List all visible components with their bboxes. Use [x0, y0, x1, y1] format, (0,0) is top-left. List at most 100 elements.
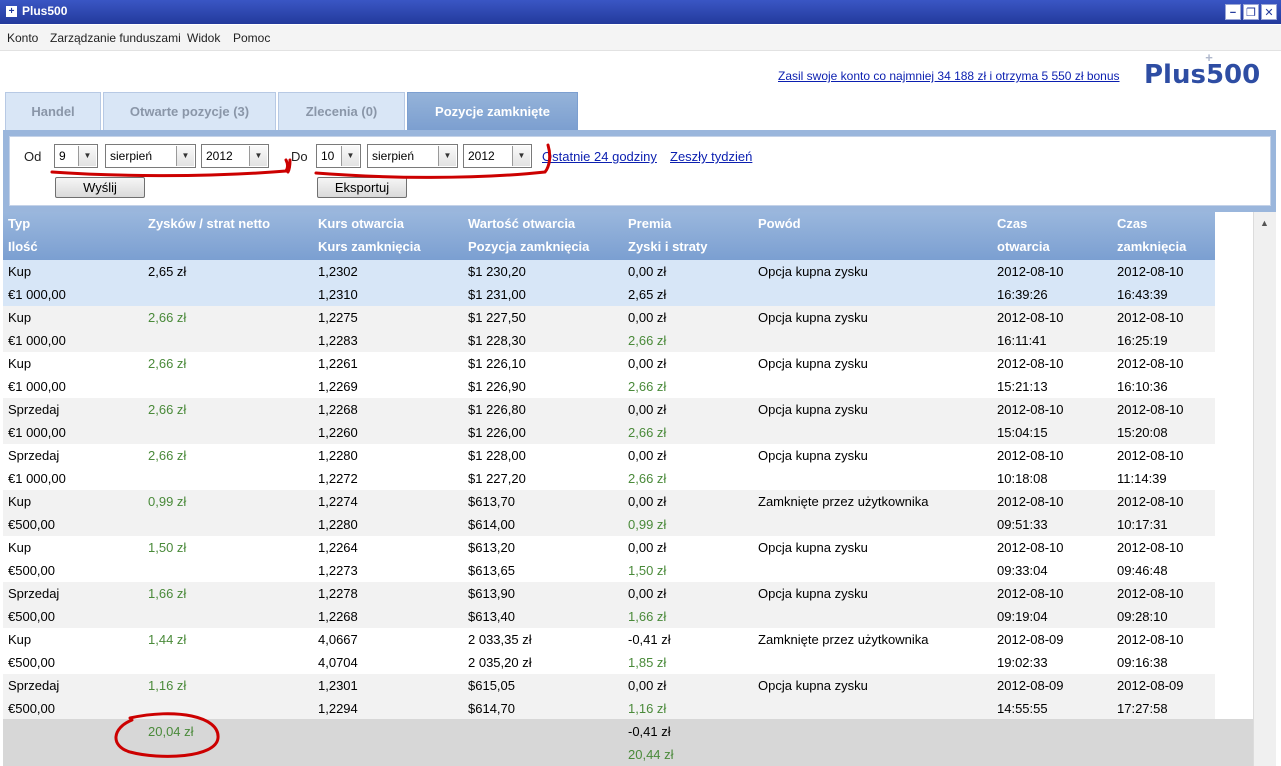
table-row[interactable]: Kup €1 000,00 2,66 zł 1,2275 1,2283 $1 227,50…: [3, 306, 1215, 352]
cell-open-rate: 1,2278: [318, 586, 358, 601]
chevron-down-icon: ▼: [512, 146, 530, 166]
cell-close-date: 2012-08-10: [1117, 586, 1184, 601]
menu-help[interactable]: Pomoc: [233, 31, 270, 45]
cell-open-date: 2012-08-10: [997, 540, 1064, 555]
cell-premium: 0,00 zł: [628, 310, 667, 325]
cell-close-pos: $613,40: [468, 609, 515, 624]
cell-close-date: 2012-08-10: [1117, 264, 1184, 279]
cell-open-date: 2012-08-10: [997, 402, 1064, 417]
tab-handel[interactable]: Handel: [5, 92, 101, 130]
table-row[interactable]: Sprzedaj €1 000,00 2,66 zł 1,2280 1,2272 $1 2…: [3, 444, 1215, 490]
header-net[interactable]: Zysków / strat netto: [148, 216, 270, 231]
cell-type: Kup: [8, 310, 32, 325]
header-close-rate[interactable]: Kurs zamknięcia: [318, 239, 421, 254]
cell-close-pos: $613,65: [468, 563, 515, 578]
cell-open-value: $1 226,10: [468, 356, 526, 371]
table-row[interactable]: Kup €500,00 1,44 zł 4,0667 4,0704 2 033,35 zł…: [3, 628, 1215, 674]
header-open-time-2[interactable]: otwarcia: [997, 239, 1050, 254]
cell-close-rate: 1,2268: [318, 609, 358, 624]
menu-funds[interactable]: Zarządzanie funduszami: [50, 31, 181, 45]
to-label: Do: [291, 149, 308, 164]
table-row[interactable]: Kup €1 000,00 2,65 zł 1,2302 1,2310 $1 230,20…: [3, 260, 1215, 306]
from-year-select[interactable]: 2012 ▼: [201, 144, 269, 168]
cell-open-value: $615,05: [468, 678, 515, 693]
cell-close-time: 10:17:31: [1117, 517, 1168, 532]
cell-pnl: 1,50 zł: [628, 563, 667, 578]
cell-close-rate: 1,2272: [318, 471, 358, 486]
cell-amount: €500,00: [8, 563, 55, 578]
cell-open-value: $1 230,20: [468, 264, 526, 279]
cell-open-time: 09:19:04: [997, 609, 1048, 624]
restore-button[interactable]: ❐: [1243, 4, 1259, 20]
header-open-value[interactable]: Wartość otwarcia: [468, 216, 575, 231]
header-close-time-1[interactable]: Czas: [1117, 216, 1147, 231]
header-type[interactable]: Typ: [8, 216, 30, 231]
cell-net: 1,44 zł: [148, 632, 187, 647]
header-reason[interactable]: Powód: [758, 216, 801, 231]
cell-open-rate: 1,2301: [318, 678, 358, 693]
cell-type: Sprzedaj: [8, 402, 60, 417]
cell-open-date: 2012-08-10: [997, 264, 1064, 279]
cell-close-pos: $614,70: [468, 701, 515, 716]
title-bar: + Plus500 − ❐ ✕: [0, 0, 1281, 24]
header-pnl[interactable]: Zyski i straty: [628, 239, 708, 254]
chevron-down-icon: ▼: [249, 146, 267, 166]
header-close-position[interactable]: Pozycja zamknięcia: [468, 239, 589, 254]
from-year-value: 2012: [206, 149, 233, 163]
cell-close-time: 11:14:39: [1117, 471, 1167, 486]
send-button[interactable]: Wyślij: [55, 177, 145, 198]
table-row[interactable]: Sprzedaj €500,00 1,66 zł 1,2278 1,2268 $613,9…: [3, 582, 1215, 628]
minimize-button[interactable]: −: [1225, 4, 1241, 20]
cell-open-rate: 1,2264: [318, 540, 358, 555]
from-day-select[interactable]: 9 ▼: [54, 144, 98, 168]
cell-type: Kup: [8, 632, 32, 647]
cell-amount: €500,00: [8, 609, 55, 624]
to-month-select[interactable]: sierpień ▼: [367, 144, 458, 168]
to-year-select[interactable]: 2012 ▼: [463, 144, 532, 168]
cell-open-date: 2012-08-10: [997, 586, 1064, 601]
table-row[interactable]: Sprzedaj €500,00 1,16 zł 1,2301 1,2294 $615,0…: [3, 674, 1215, 720]
header-amount[interactable]: Ilość: [8, 239, 38, 254]
cell-net: 2,66 zł: [148, 356, 187, 371]
header-open-time-1[interactable]: Czas: [997, 216, 1027, 231]
cell-close-rate: 1,2294: [318, 701, 358, 716]
from-month-select[interactable]: sierpień ▼: [105, 144, 196, 168]
vertical-scrollbar[interactable]: ▲: [1253, 212, 1276, 766]
menu-bar: Konto Zarządzanie funduszami Widok Pomoc: [0, 25, 1281, 51]
cell-close-date: 2012-08-10: [1117, 448, 1184, 463]
tab-orders[interactable]: Zlecenia (0): [278, 92, 405, 130]
scroll-up-icon[interactable]: ▲: [1257, 216, 1272, 230]
cell-premium: 0,00 zł: [628, 540, 667, 555]
table-row[interactable]: Kup €1 000,00 2,66 zł 1,2261 1,2269 $1 226,10…: [3, 352, 1215, 398]
cell-net: 2,65 zł: [148, 264, 187, 279]
last-week-link[interactable]: Zeszły tydzień: [670, 149, 752, 164]
header-premium[interactable]: Premia: [628, 216, 671, 231]
to-day-select[interactable]: 10 ▼: [316, 144, 361, 168]
totals-row: 20,04 zł -0,41 zł 20,44 zł: [3, 719, 1253, 766]
cell-close-time: 09:28:10: [1117, 609, 1168, 624]
cell-close-time: 09:16:38: [1117, 655, 1168, 670]
cell-type: Kup: [8, 356, 32, 371]
cell-close-rate: 4,0704: [318, 655, 358, 670]
menu-view[interactable]: Widok: [187, 31, 220, 45]
chevron-down-icon: ▼: [438, 146, 456, 166]
cell-open-date: 2012-08-10: [997, 448, 1064, 463]
last-24h-link[interactable]: Ostatnie 24 godziny: [542, 149, 657, 164]
cell-close-date: 2012-08-10: [1117, 402, 1184, 417]
promo-link[interactable]: Zasil swoje konto co najmniej 34 188 zł …: [778, 69, 1120, 83]
table-row[interactable]: Sprzedaj €1 000,00 2,66 zł 1,2268 1,2260 $1 2…: [3, 398, 1215, 444]
cell-close-time: 17:27:58: [1117, 701, 1168, 716]
header-open-rate[interactable]: Kurs otwarcia: [318, 216, 404, 231]
tab-open-positions[interactable]: Otwarte pozycje (3): [103, 92, 276, 130]
cell-open-date: 2012-08-09: [997, 632, 1064, 647]
tab-closed-positions[interactable]: Pozycje zamknięte: [407, 92, 578, 130]
table-row[interactable]: Kup €500,00 1,50 zł 1,2264 1,2273 $613,20 $613…: [3, 536, 1215, 582]
close-button[interactable]: ✕: [1261, 4, 1277, 20]
export-button[interactable]: Eksportuj: [317, 177, 407, 198]
table-row[interactable]: Kup €500,00 0,99 zł 1,2274 1,2280 $613,70 $614…: [3, 490, 1215, 536]
cell-open-rate: 1,2268: [318, 402, 358, 417]
chevron-down-icon: ▼: [341, 146, 359, 166]
cell-close-date: 2012-08-10: [1117, 540, 1184, 555]
header-close-time-2[interactable]: zamknięcia: [1117, 239, 1186, 254]
menu-konto[interactable]: Konto: [7, 31, 38, 45]
